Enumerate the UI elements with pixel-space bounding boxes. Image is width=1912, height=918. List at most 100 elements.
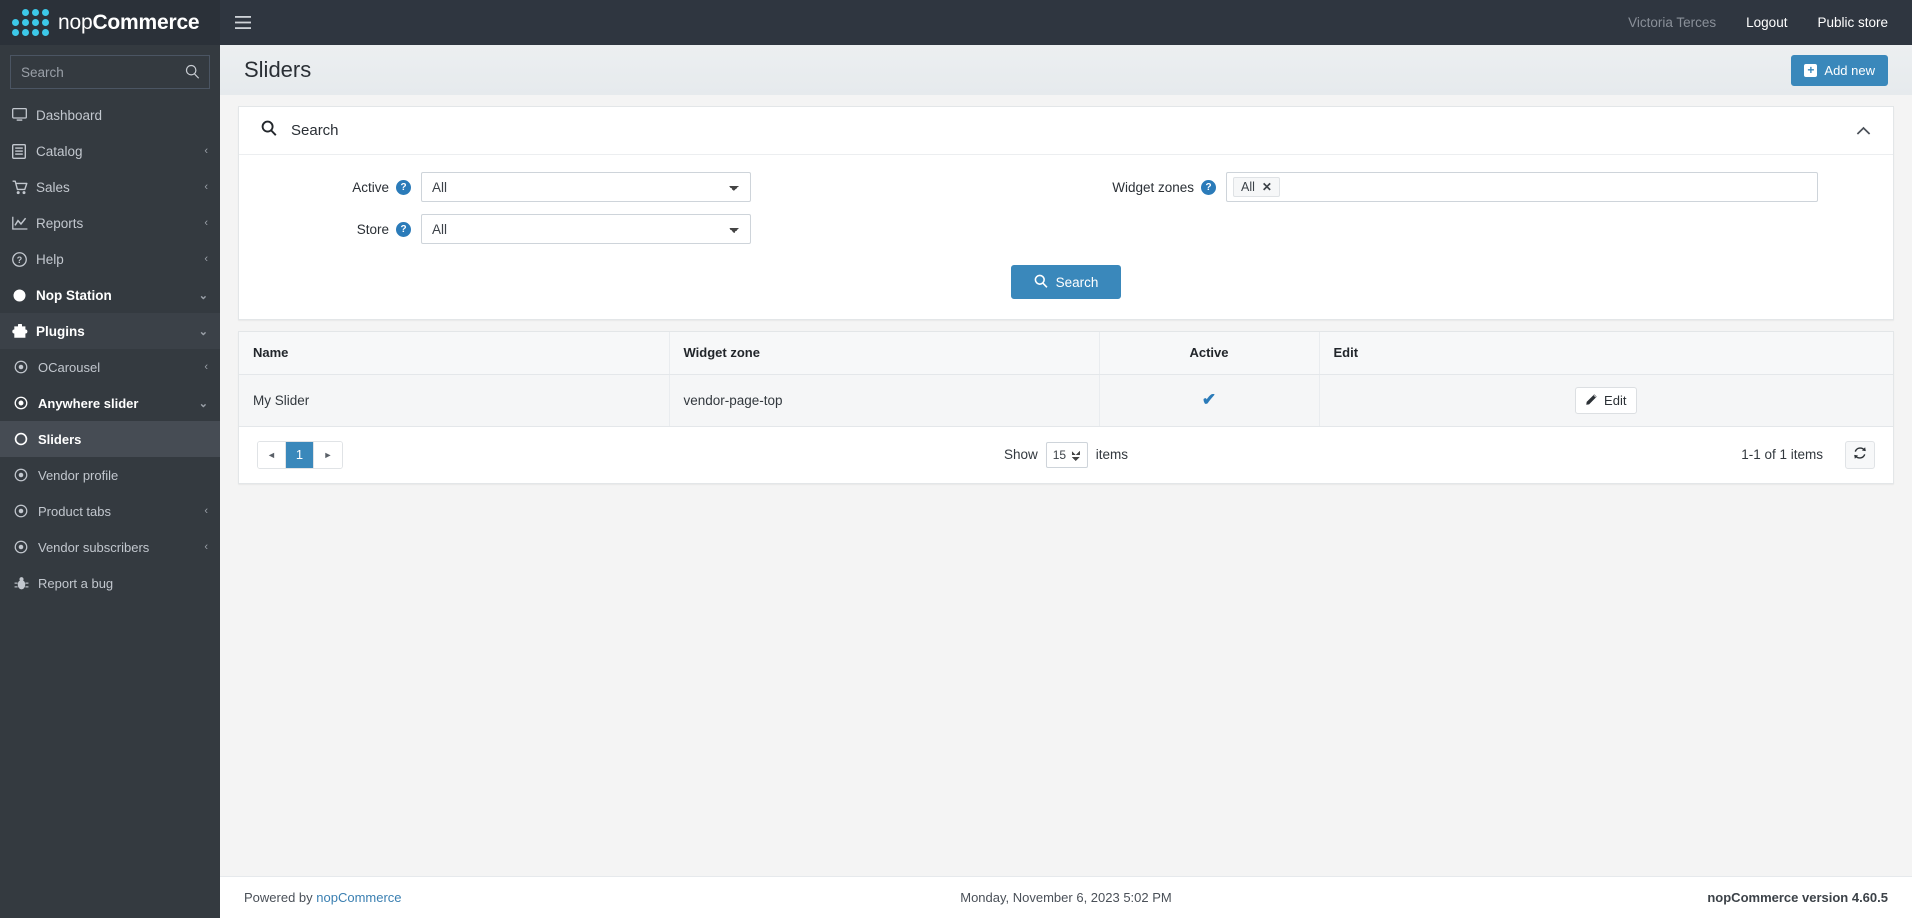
chevron-up-icon[interactable] [1856, 123, 1871, 139]
circle-icon [12, 288, 36, 303]
column-header-name: Name [239, 332, 670, 375]
pencil-icon [1586, 393, 1598, 408]
powered-by-label: Powered by [244, 890, 313, 905]
search-button-label: Search [1055, 274, 1099, 290]
table-row[interactable]: My Slider vendor-page-top ✔ Edit [239, 374, 1893, 427]
sidebar-item-vendor-profile[interactable]: Vendor profile [0, 457, 220, 493]
cell-edit: Edit [1319, 374, 1893, 427]
add-new-label: Add new [1824, 62, 1875, 78]
top-bar: nopCommerce Victoria Terces Logout Publi… [0, 0, 1912, 45]
sidebar-search [0, 45, 220, 97]
chevron-icon: ‹ [204, 361, 208, 373]
sidebar-item-label: Anywhere slider [38, 395, 139, 411]
search-icon [261, 120, 277, 141]
cell-active: ✔ [1099, 374, 1320, 427]
search-panel-header: Search [239, 107, 1893, 155]
sidebar-item-help[interactable]: ? Help ‹ [0, 241, 220, 277]
sidebar-item-label: Dashboard [36, 107, 103, 123]
sidebar-item-sliders[interactable]: Sliders [0, 421, 220, 457]
chart-icon [12, 216, 36, 230]
widget-zones-multiselect[interactable]: All ✕ [1226, 172, 1818, 202]
sidebar-item-anywhere-slider[interactable]: Anywhere slider ⌄ [0, 385, 220, 421]
search-panel-title: Search [291, 122, 339, 139]
dot-circle-icon [14, 360, 38, 374]
page-header: Sliders + Add new [220, 45, 1912, 95]
chevron-icon: ‹ [204, 181, 208, 193]
sidebar-item-label: Sales [36, 179, 70, 195]
sidebar-item-label: Product tabs [38, 503, 111, 519]
chevron-down-icon: ⌄ [198, 325, 208, 338]
footer-version: nopCommerce version 4.60.5 [1707, 890, 1888, 905]
search-button[interactable]: Search [1010, 265, 1122, 299]
page-size-select[interactable]: 15 [1045, 441, 1088, 468]
dot-circle-icon [14, 396, 38, 410]
table-header-row: Name Widget zone Active Edit [239, 332, 1893, 375]
search-panel: Search Active ? All Store ? All Widget z… [238, 106, 1894, 320]
sidebar-item-sales[interactable]: Sales ‹ [0, 169, 220, 205]
nopcommerce-link[interactable]: nopCommerce [316, 890, 401, 905]
chevron-icon: ‹ [204, 541, 208, 553]
sidebar-item-vendor-subscribers[interactable]: Vendor subscribers ‹ [0, 529, 220, 565]
widget-zone-tag-label: All [1241, 180, 1255, 194]
help-icon[interactable]: ? [396, 221, 411, 237]
powered-by-text: Powered by nopCommerce [244, 890, 402, 905]
widget-zones-label: Widget zones [1112, 179, 1194, 195]
desktop-icon [12, 108, 36, 122]
brand-nop: nop [58, 10, 93, 34]
sidebar-item-label: Nop Station [36, 287, 112, 303]
hamburger-icon[interactable] [220, 0, 266, 45]
search-icon [185, 64, 200, 84]
sidebar-item-plugins[interactable]: Plugins ⌄ [0, 313, 220, 349]
svg-text:?: ? [17, 254, 22, 264]
store-filter-select[interactable]: All [421, 214, 751, 244]
dot-circle-icon [14, 468, 38, 482]
brand-text: nopCommerce [58, 10, 200, 35]
logout-link[interactable]: Logout [1746, 15, 1787, 30]
refresh-icon [1853, 446, 1867, 463]
sidebar-item-catalog[interactable]: Catalog ‹ [0, 133, 220, 169]
column-header-widget-zone: Widget zone [669, 332, 1100, 375]
sidebar-item-dashboard[interactable]: Dashboard [0, 97, 220, 133]
circle-o-icon [14, 432, 38, 446]
sidebar-item-report-a-bug[interactable]: Report a bug [0, 565, 220, 601]
sidebar-item-ocarousel[interactable]: OCarousel ‹ [0, 349, 220, 385]
sidebar-item-nop-station[interactable]: Nop Station ⌄ [0, 277, 220, 313]
store-filter-label-group: Store ? [261, 221, 421, 237]
search-button-wrap: Search [261, 265, 1871, 299]
sidebar-item-label: Report a bug [38, 575, 114, 591]
table-footer-right: 1-1 of 1 items [1741, 440, 1875, 469]
chevron-icon: ‹ [204, 145, 208, 157]
brand-logo[interactable]: nopCommerce [0, 0, 220, 45]
sidebar-item-label: Catalog [36, 143, 83, 159]
add-new-button[interactable]: + Add new [1791, 54, 1888, 86]
plus-square-icon: + [1804, 63, 1818, 77]
sidebar-item-label: Reports [36, 215, 84, 231]
help-icon[interactable]: ? [1201, 179, 1216, 195]
store-filter-label: Store [356, 221, 389, 237]
current-user-name: Victoria Terces [1628, 15, 1717, 30]
sidebar-item-reports[interactable]: Reports ‹ [0, 205, 220, 241]
bug-icon [14, 576, 38, 591]
search-box[interactable] [10, 55, 210, 89]
pagination-next[interactable]: ► [314, 441, 342, 468]
help-icon[interactable]: ? [396, 179, 411, 195]
widget-zone-tag[interactable]: All ✕ [1233, 177, 1280, 197]
cell-widget-zone: vendor-page-top [669, 374, 1100, 427]
dot-circle-icon [14, 540, 38, 554]
edit-button-label: Edit [1604, 392, 1627, 408]
chevron-icon: ‹ [204, 253, 208, 265]
edit-button[interactable]: Edit [1575, 386, 1638, 414]
close-icon[interactable]: ✕ [1262, 180, 1272, 194]
page-size-control: Show 15 items [1004, 441, 1128, 468]
search-input[interactable] [11, 56, 209, 88]
chevron-down-icon: ⌄ [198, 289, 208, 302]
pagination-prev[interactable]: ◄ [258, 441, 286, 468]
search-panel-body: Active ? All Store ? All Widget zones ? … [239, 155, 1893, 319]
public-store-link[interactable]: Public store [1817, 15, 1888, 30]
sidebar-item-product-tabs[interactable]: Product tabs ‹ [0, 493, 220, 529]
pagination-page-1[interactable]: 1 [286, 441, 314, 468]
active-filter-select[interactable]: All [421, 172, 751, 202]
widget-zones-label-group: Widget zones ? [1066, 179, 1226, 195]
store-filter-row: Store ? All [261, 213, 1066, 245]
refresh-button[interactable] [1845, 440, 1875, 469]
